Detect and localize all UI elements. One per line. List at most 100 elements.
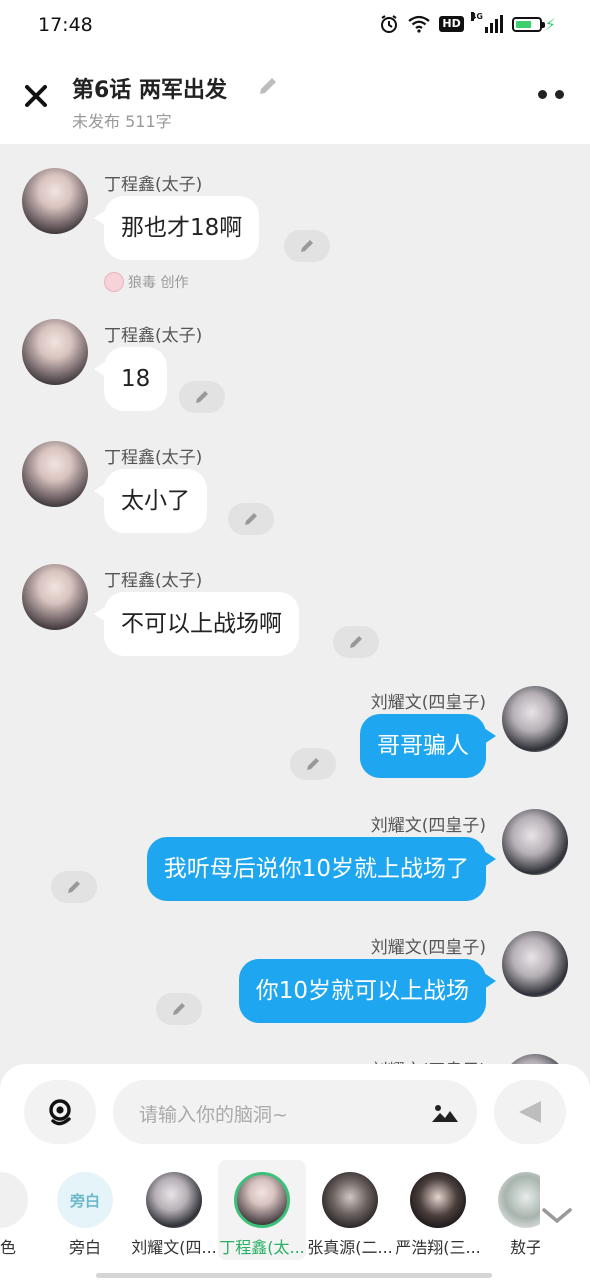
role-name: 严浩翔(三... (395, 1238, 481, 1257)
avatar[interactable] (22, 319, 88, 385)
speaker-name: 丁程鑫(太子) (104, 448, 203, 468)
role-name: 敖子 (509, 1238, 540, 1257)
voice-icon (49, 1099, 71, 1126)
speaker-name: 丁程鑫(太子) (104, 571, 203, 591)
episode-title: 第6话 两军出发 (72, 78, 227, 103)
edit-message-button[interactable] (179, 381, 225, 413)
role-avatar: 旁白 (57, 1172, 113, 1228)
pen-icon (196, 391, 208, 403)
role-item[interactable]: 张真源(二... (306, 1160, 394, 1260)
message-text: 哥哥骗人 (377, 733, 469, 759)
avatar[interactable] (502, 809, 568, 875)
episode-subtitle: 未发布 511字 (72, 112, 172, 131)
signal-icon: 4G (470, 12, 503, 33)
pen-icon (350, 636, 362, 648)
role-avatar (146, 1172, 202, 1228)
role-avatar (498, 1172, 540, 1228)
role-name: 角色 (0, 1238, 16, 1257)
speaker-name: 刘耀文(四皇子) (370, 938, 486, 958)
message-row: 丁程鑫(太子) 18 (0, 319, 590, 419)
message-bubble[interactable]: 太小了 (94, 469, 207, 533)
role-item-active[interactable]: 丁程鑫(太... (218, 1160, 306, 1260)
role-name: 张真源(二... (307, 1238, 393, 1257)
pen-icon (68, 881, 80, 893)
role-item[interactable]: 敖子 (482, 1160, 540, 1260)
image-icon[interactable] (431, 1102, 459, 1124)
wifi-icon (408, 15, 431, 33)
role-avatar (234, 1172, 290, 1228)
voice-button[interactable] (24, 1080, 96, 1144)
story-input[interactable]: 请输入你的脑洞~ (113, 1080, 477, 1144)
editor-header: 第6话 两军出发 未发布 511字 (0, 52, 590, 144)
edit-title-icon[interactable] (256, 74, 280, 98)
alarm-icon (381, 15, 398, 33)
role-avatar (322, 1172, 378, 1228)
speaker-name: 丁程鑫(太子) (104, 326, 203, 346)
edit-message-button[interactable] (333, 626, 379, 658)
message-bubble[interactable]: 那也才18啊 (94, 196, 260, 260)
role-name: 丁程鑫(太... (219, 1238, 305, 1257)
chevron-down-icon[interactable] (540, 1204, 574, 1226)
input-placeholder: 请输入你的脑洞~ (139, 1104, 288, 1126)
creator-avatar (104, 272, 124, 292)
pen-icon (301, 240, 313, 252)
message-row: 丁程鑫(太子) 不可以上战场啊 (0, 564, 590, 664)
role-selector: 角色 旁白 旁白 刘耀文(四... 丁程鑫(太... 张真源(二... 严浩翔(… (0, 1160, 540, 1270)
edit-message-button[interactable] (284, 230, 330, 262)
edit-message-button[interactable] (156, 993, 202, 1025)
role-name: 刘耀文(四... (131, 1238, 217, 1257)
status-time: 17:48 (38, 14, 93, 36)
pen-icon (307, 758, 319, 770)
message-row: 刘耀文(四皇子) 哥哥骗人 (0, 686, 590, 786)
home-indicator (96, 1273, 492, 1278)
role-name: 旁白 (68, 1238, 101, 1257)
message-bubble[interactable]: 哥哥骗人 (360, 714, 496, 778)
avatar[interactable] (502, 1054, 568, 1064)
message-text: 那也才18啊 (121, 215, 243, 241)
avatar[interactable] (22, 564, 88, 630)
message-text: 我听母后说你10岁就上战场了 (163, 856, 469, 882)
avatar[interactable] (502, 931, 568, 997)
speaker-name: 刘耀文(四皇子) (370, 693, 486, 713)
chat-area[interactable]: 丁程鑫(太子) 那也才18啊 狼毒 创作 丁程鑫(太子) 18 丁程鑫(太子) … (0, 144, 590, 1064)
message-row: 丁程鑫(太子) 太小了 (0, 441, 590, 541)
edit-message-button[interactable] (228, 503, 274, 535)
hd-badge: HD (439, 16, 464, 32)
role-avatar (410, 1172, 466, 1228)
charging-icon: ⚡ (544, 14, 556, 34)
role-item[interactable]: 角色 (0, 1160, 44, 1260)
close-icon[interactable] (20, 80, 52, 112)
creator-text: 狼毒 创作 (128, 275, 189, 291)
role-item[interactable]: 刘耀文(四... (130, 1160, 218, 1260)
message-bubble[interactable]: 你10岁就可以上战场 (238, 959, 496, 1023)
role-item[interactable]: 旁白 旁白 (41, 1160, 129, 1260)
speaker-name: 刘耀文(四皇子) (371, 1056, 486, 1064)
message-row: 刘耀文(四皇子) 你10岁就可以上战场 (0, 931, 590, 1031)
message-row: 刘耀文(四皇子) (0, 1054, 590, 1064)
message-bubble[interactable]: 不可以上战场啊 (94, 592, 299, 656)
role-item[interactable]: 严浩翔(三... (394, 1160, 482, 1260)
battery-icon (511, 16, 545, 32)
status-icons: HD 4G ⚡ (379, 12, 556, 34)
network-label: 4G (470, 12, 483, 21)
message-text: 你10岁就可以上战场 (255, 978, 469, 1004)
speaker-name: 刘耀文(四皇子) (370, 816, 486, 836)
message-text: 18 (121, 366, 151, 392)
avatar[interactable] (502, 686, 568, 752)
message-bubble[interactable]: 18 (94, 347, 168, 411)
composer-panel: 请输入你的脑洞~ 角色 旁白 旁白 刘耀文(四... 丁程鑫(太... 张 (0, 1064, 590, 1280)
message-text: 太小了 (121, 488, 190, 514)
edit-message-button[interactable] (51, 871, 97, 903)
message-row: 丁程鑫(太子) 那也才18啊 狼毒 创作 (0, 168, 590, 298)
send-button[interactable] (494, 1080, 566, 1144)
avatar[interactable] (22, 441, 88, 507)
pen-icon (245, 513, 257, 525)
speaker-name: 丁程鑫(太子) (104, 175, 203, 195)
creator-tag: 狼毒 创作 (104, 272, 188, 292)
avatar[interactable] (22, 168, 88, 234)
status-bar: 17:48 HD 4G ⚡ (0, 0, 590, 52)
message-bubble[interactable]: 我听母后说你10岁就上战场了 (146, 837, 496, 901)
edit-message-button[interactable] (290, 748, 336, 780)
pen-icon (173, 1003, 185, 1015)
more-options-button[interactable] (538, 90, 564, 99)
